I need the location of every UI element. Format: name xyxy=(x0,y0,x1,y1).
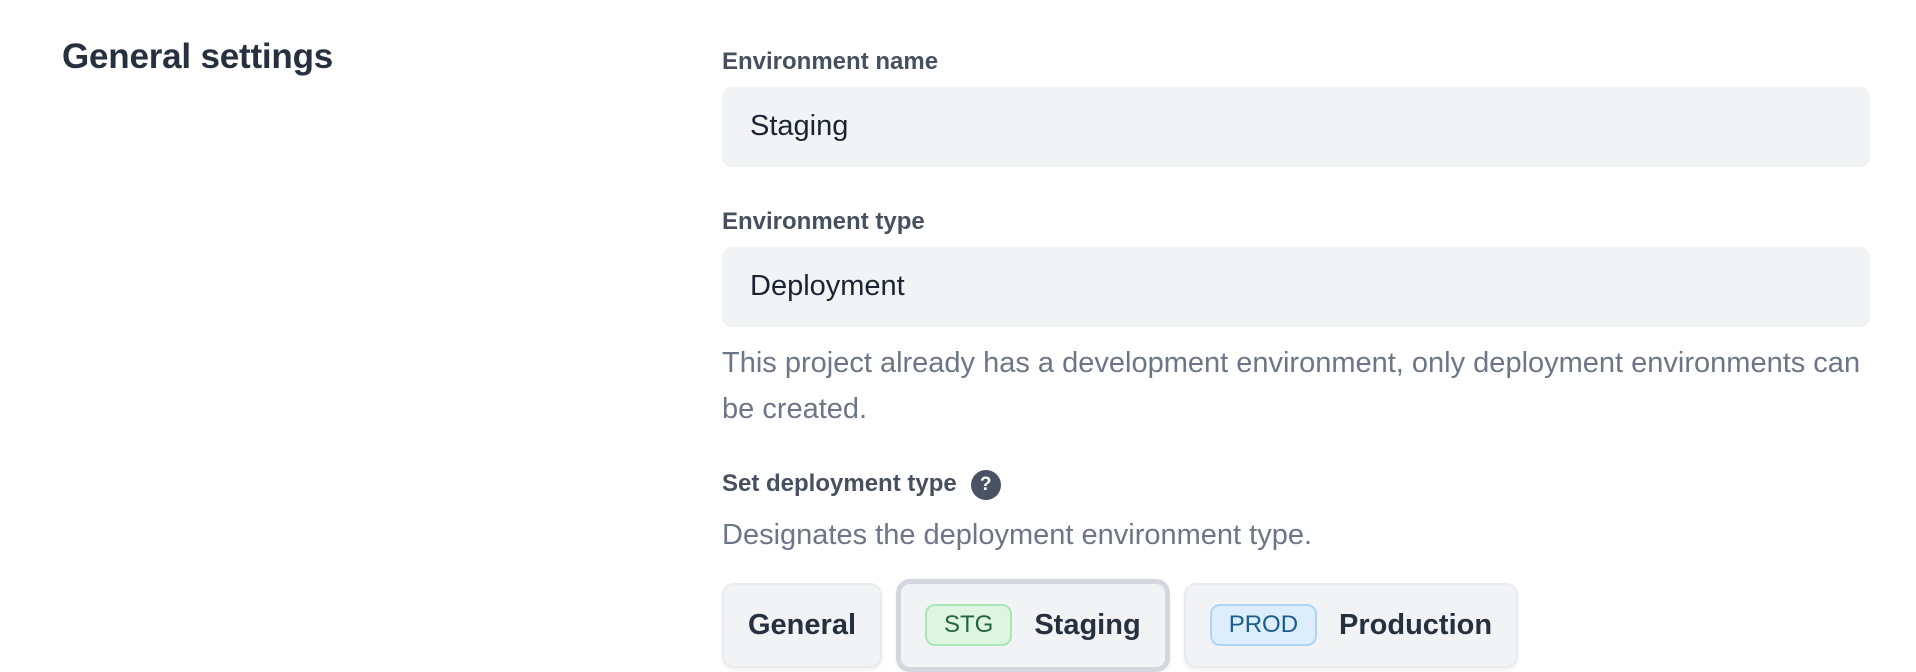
environment-type-help-text: This project already has a development e… xyxy=(722,340,1870,432)
question-mark-icon[interactable]: ? xyxy=(971,470,1001,500)
settings-section-header: General settings xyxy=(62,36,722,672)
deployment-type-label: Set deployment type xyxy=(722,470,957,499)
deployment-type-option-general[interactable]: General xyxy=(722,583,882,668)
deployment-type-options: General STG Staging PROD Production xyxy=(722,579,1870,672)
environment-settings-page: General settings Environment name Enviro… xyxy=(0,0,1916,672)
stg-badge: STG xyxy=(925,604,1012,646)
environment-name-input[interactable] xyxy=(722,87,1870,167)
deployment-type-option-staging[interactable]: STG Staging xyxy=(896,579,1170,672)
prod-badge: PROD xyxy=(1210,604,1317,646)
option-label: Production xyxy=(1339,611,1492,640)
environment-type-input[interactable] xyxy=(722,247,1870,327)
environment-name-group: Environment name xyxy=(722,48,1870,167)
page-title: General settings xyxy=(62,36,722,78)
environment-type-group: Environment type This project already ha… xyxy=(722,208,1870,432)
settings-form: Environment name Environment type This p… xyxy=(722,36,1870,672)
option-label: Staging xyxy=(1034,611,1140,640)
deployment-type-label-row: Set deployment type ? xyxy=(722,470,1870,500)
deployment-type-option-production[interactable]: PROD Production xyxy=(1184,583,1518,668)
deployment-type-group: Set deployment type ? Designates the dep… xyxy=(722,470,1870,672)
environment-name-label: Environment name xyxy=(722,48,1870,77)
deployment-type-description: Designates the deployment environment ty… xyxy=(722,512,1870,558)
environment-type-label: Environment type xyxy=(722,208,1870,237)
option-label: General xyxy=(748,611,856,640)
